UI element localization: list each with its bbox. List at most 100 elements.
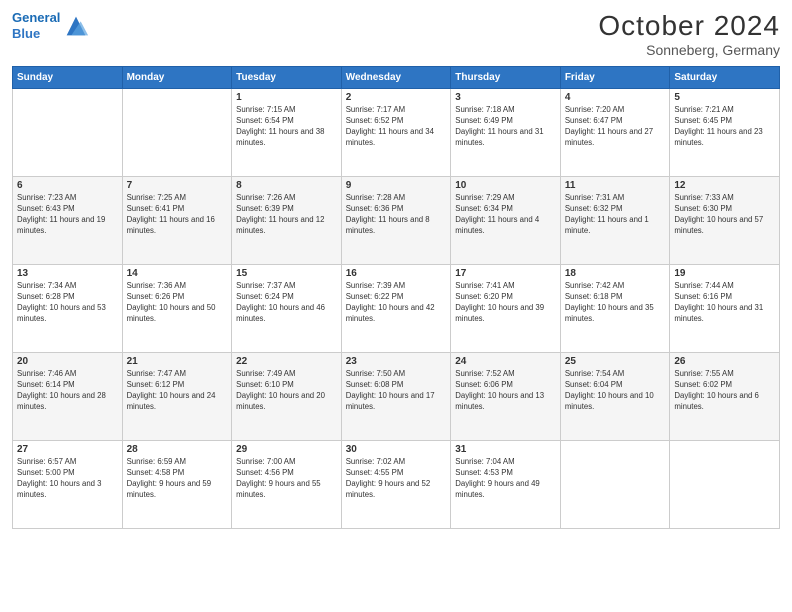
daylight-text: Daylight: 11 hours and 23 minutes. — [674, 127, 762, 147]
day-info: Sunrise: 7:46 AMSunset: 6:14 PMDaylight:… — [17, 369, 118, 413]
cell-1-3: 9Sunrise: 7:28 AMSunset: 6:36 PMDaylight… — [341, 177, 451, 265]
day-info: Sunrise: 7:54 AMSunset: 6:04 PMDaylight:… — [565, 369, 666, 413]
sunset-text: Sunset: 6:41 PM — [127, 204, 185, 213]
week-row-2: 13Sunrise: 7:34 AMSunset: 6:28 PMDayligh… — [13, 265, 780, 353]
day-number: 24 — [455, 356, 556, 367]
sunset-text: Sunset: 6:24 PM — [236, 292, 294, 301]
week-row-1: 6 Sunrise: 7:23 AM Sunset: 6:43 PM Daylight… — [13, 177, 780, 265]
daylight-text: Daylight: 11 hours and 16 minutes. — [127, 215, 215, 235]
cell-3-1: 21Sunrise: 7:47 AMSunset: 6:12 PMDayligh… — [122, 353, 232, 441]
sunset-text: Sunset: 6:45 PM — [674, 116, 732, 125]
col-saturday: Saturday — [670, 67, 780, 89]
day-number: 16 — [346, 268, 447, 279]
cell-3-6: 26Sunrise: 7:55 AMSunset: 6:02 PMDayligh… — [670, 353, 780, 441]
day-info: Sunrise: 7:23 AM Sunset: 6:43 PM Daylight:… — [17, 193, 118, 237]
sunrise-text: Sunrise: 7:25 AM — [127, 193, 186, 202]
logo: General Blue — [12, 10, 90, 41]
day-info: Sunrise: 7:33 AMSunset: 6:30 PMDaylight:… — [674, 193, 775, 237]
calendar-table: Sunday Monday Tuesday Wednesday Thursday… — [12, 66, 780, 529]
daylight-text: Daylight: 11 hours and 27 minutes. — [565, 127, 653, 147]
day-number: 11 — [565, 180, 666, 191]
sunset-text: Sunset: 6:28 PM — [17, 292, 75, 301]
logo-blue: Blue — [12, 26, 40, 41]
sunrise-text: Sunrise: 7:28 AM — [346, 193, 405, 202]
sunset-text: Sunset: 6:36 PM — [346, 204, 404, 213]
calendar-body: 1Sunrise: 7:15 AMSunset: 6:54 PMDaylight… — [13, 89, 780, 529]
daylight-text: Daylight: 9 hours and 55 minutes. — [236, 479, 321, 499]
sunset-text: Sunset: 4:58 PM — [127, 468, 185, 477]
cell-4-5 — [560, 441, 670, 529]
day-info: Sunrise: 7:25 AM Sunset: 6:41 PM Daylight:… — [127, 193, 228, 237]
day-number: 10 — [455, 180, 556, 191]
daylight-text: Daylight: 9 hours and 59 minutes. — [127, 479, 212, 499]
sunset-text: Sunset: 6:54 PM — [236, 116, 294, 125]
day-info: Sunrise: 7:31 AMSunset: 6:32 PMDaylight:… — [565, 193, 666, 237]
sunrise-text: Sunrise: 7:29 AM — [455, 193, 514, 202]
day-number: 6 — [17, 180, 118, 191]
sunset-text: Sunset: 6:20 PM — [455, 292, 513, 301]
day-number: 31 — [455, 444, 556, 455]
cell-0-3: 2Sunrise: 7:17 AMSunset: 6:52 PMDaylight… — [341, 89, 451, 177]
sunrise-text: Sunrise: 7:41 AM — [455, 281, 514, 290]
cell-1-6: 12Sunrise: 7:33 AMSunset: 6:30 PMDayligh… — [670, 177, 780, 265]
sunset-text: Sunset: 6:43 PM — [17, 204, 75, 213]
day-info: Sunrise: 6:59 AMSunset: 4:58 PMDaylight:… — [127, 457, 228, 501]
day-info: Sunrise: 7:44 AMSunset: 6:16 PMDaylight:… — [674, 281, 775, 325]
col-thursday: Thursday — [451, 67, 561, 89]
sunset-text: Sunset: 4:56 PM — [236, 468, 294, 477]
sunset-text: Sunset: 6:49 PM — [455, 116, 513, 125]
day-number: 29 — [236, 444, 337, 455]
sunrise-text: Sunrise: 7:23 AM — [17, 193, 76, 202]
cell-1-5: 11 Sunrise: 7:31 AMSunset: 6:32 PMDayligh… — [560, 177, 670, 265]
sunset-text: Sunset: 6:30 PM — [674, 204, 732, 213]
cell-4-1: 28Sunrise: 6:59 AMSunset: 4:58 PMDayligh… — [122, 441, 232, 529]
cell-1-1: 7Sunrise: 7:25 AMSunset: 6:41 PMDaylight… — [122, 177, 232, 265]
sunrise-text: Sunrise: 7:15 AM — [236, 105, 295, 114]
sunset-text: Sunset: 6:14 PM — [17, 380, 75, 389]
sunset-text: Sunset: 6:34 PM — [455, 204, 513, 213]
sunset-text: Sunset: 6:26 PM — [127, 292, 185, 301]
cell-4-0: 27Sunrise: 6:57 AMSunset: 5:00 PMDayligh… — [13, 441, 123, 529]
day-number: 27 — [17, 444, 118, 455]
cell-4-2: 29 Sunrise: 7:00 AM Sunset: 4:56 PM Dayligh… — [232, 441, 342, 529]
day-number: 17 — [455, 268, 556, 279]
cell-4-4: 31Sunrise: 7:04 AMSunset: 4:53 PMDayligh… — [451, 441, 561, 529]
sunrise-text: Sunrise: 7:44 AM — [674, 281, 733, 290]
sunrise-text: Sunrise: 7:00 AM — [236, 457, 295, 466]
day-number: 22 — [236, 356, 337, 367]
sunrise-text: Sunrise: 7:55 AM — [674, 369, 733, 378]
daylight-text: Daylight: 10 hours and 6 minutes. — [674, 391, 759, 411]
cell-0-1 — [122, 89, 232, 177]
daylight-text: Daylight: 10 hours and 31 minutes. — [674, 303, 763, 323]
sunrise-text: Sunrise: 7:36 AM — [127, 281, 186, 290]
day-number: 13 — [17, 268, 118, 279]
day-number: 21 — [127, 356, 228, 367]
sunrise-text: Sunrise: 7:26 AM — [236, 193, 295, 202]
cell-2-2: 15Sunrise: 7:37 AMSunset: 6:24 PMDayligh… — [232, 265, 342, 353]
day-info: Sunrise: 7:02 AMSunset: 4:55 PMDaylight:… — [346, 457, 447, 501]
day-info: Sunrise: 7:49 AMSunset: 6:10 PMDaylight:… — [236, 369, 337, 413]
cell-3-0: 20Sunrise: 7:46 AMSunset: 6:14 PMDayligh… — [13, 353, 123, 441]
day-number: 23 — [346, 356, 447, 367]
sunset-text: Sunset: 6:22 PM — [346, 292, 404, 301]
day-number: 30 — [346, 444, 447, 455]
cell-2-1: 14Sunrise: 7:36 AMSunset: 6:26 PMDayligh… — [122, 265, 232, 353]
day-number: 5 — [674, 92, 775, 103]
cell-0-6: 5Sunrise: 7:21 AMSunset: 6:45 PMDaylight… — [670, 89, 780, 177]
day-number: 15 — [236, 268, 337, 279]
day-number: 12 — [674, 180, 775, 191]
sunrise-text: Sunrise: 7:33 AM — [674, 193, 733, 202]
daylight-text: Daylight: 10 hours and 42 minutes. — [346, 303, 435, 323]
week-row-3: 20Sunrise: 7:46 AMSunset: 6:14 PMDayligh… — [13, 353, 780, 441]
header-row: Sunday Monday Tuesday Wednesday Thursday… — [13, 67, 780, 89]
sunrise-text: Sunrise: 7:20 AM — [565, 105, 624, 114]
cell-0-2: 1Sunrise: 7:15 AMSunset: 6:54 PMDaylight… — [232, 89, 342, 177]
sunset-text: Sunset: 4:55 PM — [346, 468, 404, 477]
sunset-text: Sunset: 5:00 PM — [17, 468, 75, 477]
col-friday: Friday — [560, 67, 670, 89]
daylight-text: Daylight: 11 hours and 38 minutes. — [236, 127, 324, 147]
daylight-text: Daylight: 11 hours and 19 minutes. — [17, 215, 105, 235]
sunrise-text: Sunrise: 7:18 AM — [455, 105, 514, 114]
day-info: Sunrise: 7:00 AM Sunset: 4:56 PM Daylight:… — [236, 457, 337, 501]
day-info: Sunrise: 7:20 AMSunset: 6:47 PMDaylight:… — [565, 105, 666, 149]
